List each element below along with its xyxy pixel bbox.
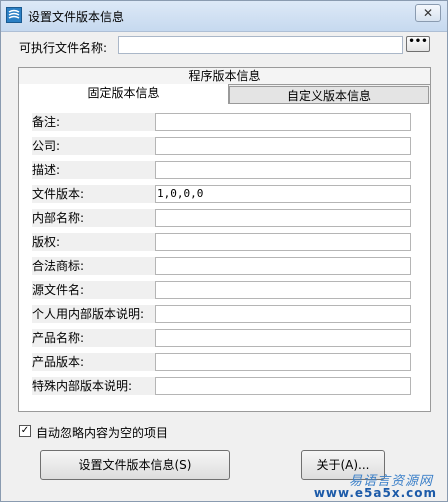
field-input-internal-name[interactable]	[155, 209, 411, 227]
tab-fixed-version[interactable]: 固定版本信息	[19, 84, 229, 104]
version-info-group: 程序版本信息 固定版本信息 自定义版本信息 备注: 公司: 描述: 文件版本: …	[18, 67, 431, 412]
dialog-window: 设置文件版本信息 ✕ 可执行文件名称: ••• 程序版本信息 固定版本信息 自定…	[0, 0, 448, 502]
field-label-copyright: 版权:	[32, 233, 155, 251]
checkmark-icon: ✓	[20, 425, 30, 436]
field-input-description[interactable]	[155, 161, 411, 179]
tab-custom-version[interactable]: 自定义版本信息	[229, 86, 429, 104]
group-title: 程序版本信息	[19, 68, 430, 85]
field-input-product-name[interactable]	[155, 329, 411, 347]
browse-button[interactable]: •••	[406, 36, 430, 52]
field-input-private-build[interactable]	[155, 305, 411, 323]
title-bar[interactable]: 设置文件版本信息 ✕	[1, 1, 447, 32]
field-label-comments: 备注:	[32, 113, 155, 131]
field-input-product-version[interactable]	[155, 353, 411, 371]
window-title: 设置文件版本信息	[28, 10, 125, 24]
field-label-file-version: 文件版本:	[32, 185, 155, 203]
field-input-trademarks[interactable]	[155, 257, 411, 275]
field-label-company: 公司:	[32, 137, 155, 155]
field-input-comments[interactable]	[155, 113, 411, 131]
field-input-file-version[interactable]: 1,0,0,0	[155, 185, 411, 203]
field-input-original-filename[interactable]	[155, 281, 411, 299]
field-label-description: 描述:	[32, 161, 155, 179]
close-icon: ✕	[422, 6, 434, 20]
exe-name-label: 可执行文件名称:	[19, 41, 108, 55]
field-input-company[interactable]	[155, 137, 411, 155]
exe-name-input[interactable]	[118, 36, 403, 54]
auto-ignore-label[interactable]: 自动忽略内容为空的项目	[36, 424, 168, 441]
fixed-version-panel: 备注: 公司: 描述: 文件版本: 1,0,0,0 内部名称: 版权: 合法商标…	[19, 104, 430, 411]
watermark-url: www.e5a5x.com	[313, 486, 437, 500]
field-label-product-version: 产品版本:	[32, 353, 155, 371]
field-label-special-build: 特殊内部版本说明:	[32, 377, 155, 395]
auto-ignore-checkbox[interactable]: ✓	[19, 425, 31, 437]
app-icon	[6, 7, 22, 23]
field-label-trademarks: 合法商标:	[32, 257, 155, 275]
field-input-special-build[interactable]	[155, 377, 411, 395]
field-label-original-filename: 源文件名:	[32, 281, 155, 299]
ellipsis-icon: •••	[408, 36, 428, 47]
close-button[interactable]: ✕	[415, 4, 441, 22]
field-label-private-build: 个人用内部版本说明:	[32, 305, 155, 323]
set-version-info-button[interactable]: 设置文件版本信息(S)	[40, 450, 230, 480]
field-input-copyright[interactable]	[155, 233, 411, 251]
field-label-internal-name: 内部名称:	[32, 209, 155, 227]
field-label-product-name: 产品名称:	[32, 329, 155, 347]
